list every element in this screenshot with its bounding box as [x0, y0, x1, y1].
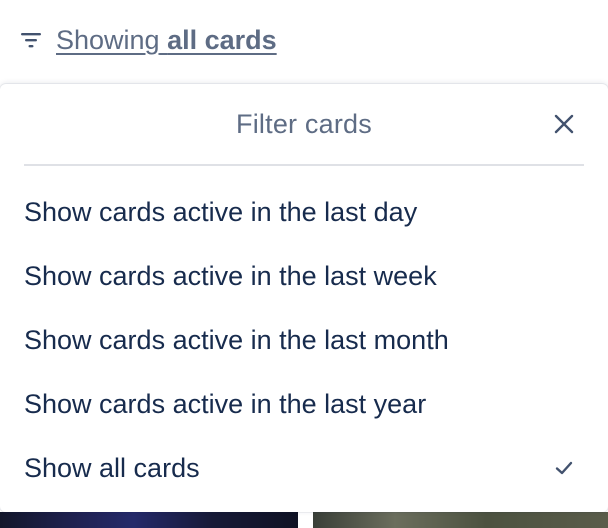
filter-icon: [16, 18, 46, 62]
option-label: Show cards active in the last month: [24, 324, 449, 355]
option-last-month[interactable]: Show cards active in the last month: [0, 308, 608, 372]
option-label: Show all cards: [24, 452, 200, 483]
option-last-year[interactable]: Show cards active in the last year: [0, 372, 608, 436]
option-label: Show cards active in the last week: [24, 260, 437, 291]
option-all-cards[interactable]: Show all cards: [0, 436, 608, 500]
filter-trigger-label[interactable]: Showing all cards: [56, 25, 277, 56]
filter-trigger-value: all cards: [167, 24, 277, 55]
filter-trigger[interactable]: Showing all cards: [16, 18, 277, 62]
filter-trigger-prefix: Showing: [56, 24, 160, 55]
filter-cards-popover: Filter cards Show cards active in the la…: [0, 84, 608, 512]
option-label: Show cards active in the last year: [24, 388, 427, 419]
filter-options-list: Show cards active in the last day Show c…: [0, 180, 608, 500]
option-label: Show cards active in the last day: [24, 196, 418, 227]
option-last-day[interactable]: Show cards active in the last day: [0, 180, 608, 244]
popover-title: Filter cards: [236, 108, 372, 139]
close-button[interactable]: [544, 104, 584, 144]
option-last-week[interactable]: Show cards active in the last week: [0, 244, 608, 308]
check-icon: [544, 448, 584, 488]
popover-header: Filter cards: [24, 84, 584, 166]
background-board-strip: [0, 512, 608, 528]
close-icon: [554, 114, 574, 134]
